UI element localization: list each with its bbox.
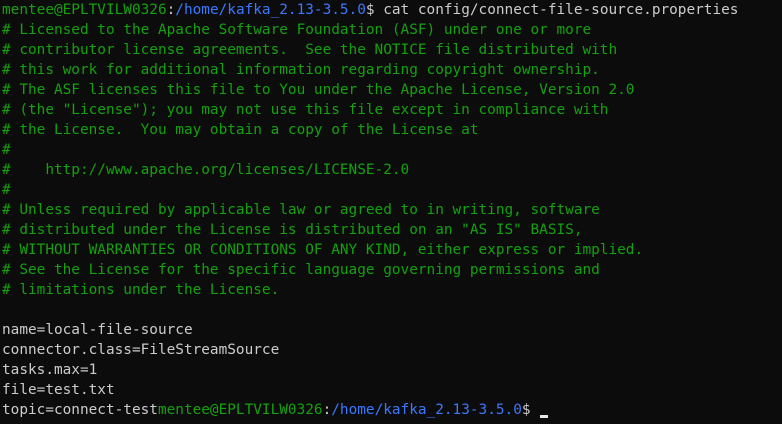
property-line: name=local-file-source <box>2 322 193 338</box>
prompt-separator: : <box>166 2 176 18</box>
comment-line: # Licensed to the Apache Software Founda… <box>2 22 592 38</box>
property-line: tasks.max=1 <box>2 362 98 378</box>
comment-line: # this work for additional information r… <box>2 62 600 78</box>
prompt-path: /home/kafka_2.13-3.5.0 <box>175 2 366 18</box>
prompt-path: /home/kafka_2.13-3.5.0 <box>331 402 522 418</box>
terminal-window[interactable]: mentee@EPLTVILW0326:/home/kafka_2.13-3.5… <box>0 0 782 424</box>
prompt-user-host: mentee@EPLTVILW0326 <box>157 402 323 418</box>
comment-line: # the License. You may obtain a copy of … <box>2 122 479 138</box>
prompt-line[interactable]: topic=connect-testmentee@EPLTVILW0326:/h… <box>2 400 782 420</box>
comment-line: # Unless required by applicable law or a… <box>2 202 600 218</box>
command-line: mentee@EPLTVILW0326:/home/kafka_2.13-3.5… <box>2 0 782 20</box>
comment-line: # <box>2 182 11 198</box>
command-text: cat config/connect-file-source.propertie… <box>383 2 739 18</box>
comment-line: # http://www.apache.org/licenses/LICENSE… <box>2 162 410 178</box>
comment-line: # contributor license agreements. See th… <box>2 42 618 58</box>
prompt-user-host: mentee@EPLTVILW0326 <box>2 2 167 18</box>
prompt-symbol: $ <box>365 2 384 18</box>
comment-line: # WITHOUT WARRANTIES OR CONDITIONS OF AN… <box>2 242 644 258</box>
prompt-separator: : <box>322 402 332 418</box>
comment-line: # distributed under the License is distr… <box>2 222 583 238</box>
property-line: file=test.txt <box>2 382 115 398</box>
property-line: connector.class=FileStreamSource <box>2 342 280 358</box>
comment-line: # <box>2 142 11 158</box>
comment-line: # limitations under the License. <box>2 282 280 298</box>
comment-line: # See the License for the specific langu… <box>2 262 600 278</box>
comment-line: # (the "License"); you may not use this … <box>2 102 609 118</box>
property-line: topic=connect-test <box>2 402 158 418</box>
prompt-symbol: $ <box>521 402 540 418</box>
text-cursor[interactable] <box>540 415 549 418</box>
comment-line: # The ASF licenses this file to You unde… <box>2 82 635 98</box>
